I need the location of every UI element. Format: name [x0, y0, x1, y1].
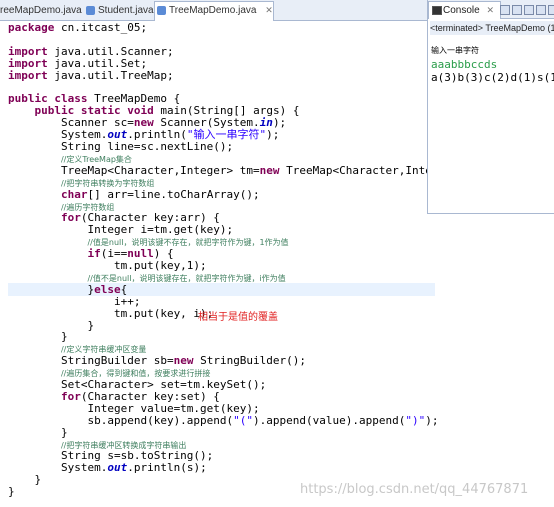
console-output-line: a(3)b(3)c(2)d(1)s(1) [431, 71, 554, 84]
code-token: ")" [405, 413, 426, 427]
code-editor[interactable]: reeMapDemo.java Student.java TreeMapDemo… [0, 0, 528, 507]
java-file-icon [157, 6, 166, 15]
code-comment: //把字符串缓冲区转换成字符串输出 [60, 440, 187, 450]
tab-student-java[interactable]: Student.java [84, 2, 154, 19]
console-icon [432, 6, 442, 15]
code-line: import java.util.TreeMap; [8, 69, 174, 82]
remove-launch-icon[interactable] [512, 5, 522, 15]
code-comment: //定义字符串缓冲区变量 [60, 345, 147, 355]
watermark-url: https://blog.csdn.net/qq_44767871 [300, 482, 529, 497]
console-tab-label: Console [443, 5, 480, 16]
code-line: package cn.itcast_05; [8, 21, 147, 34]
code-comment: //遍历集合，得到键和值，按要求进行拼接 [60, 369, 211, 379]
close-icon[interactable]: ✕ [486, 5, 494, 15]
console-view: Console ✕ <terminated> TreeMapDemo (1) 输… [427, 0, 554, 214]
console-input-line: aaabbbccds [431, 58, 498, 71]
java-file-icon [86, 6, 95, 15]
tab-label: Student.java [98, 5, 154, 16]
code-line: sb.append(key).append("(").append(value)… [8, 413, 439, 427]
close-icon[interactable]: ✕ [265, 5, 273, 15]
code-token: ); [266, 128, 280, 142]
code-comment: //值是null，说明该键不存在，就把字符作为键，1作为值 [87, 238, 289, 248]
code-comment: //把字符串转换为字符数组 [60, 178, 155, 188]
terminated-label: <terminated> TreeMapDemo (1) [430, 21, 554, 35]
code-token: out [107, 461, 128, 475]
tab-treemapdemo-java[interactable]: TreeMapDemo.java ✕ [154, 1, 274, 21]
code-token: "(" [233, 413, 254, 427]
editor-tab-bar: reeMapDemo.java Student.java TreeMapDemo… [0, 0, 427, 21]
annotation-note: 相当于是值的覆盖 [198, 312, 278, 323]
tab-label: TreeMapDemo.java [169, 5, 257, 16]
scroll-lock-icon[interactable] [536, 5, 546, 15]
code-keyword: import [8, 68, 48, 82]
code-token: java.util.TreeMap; [47, 68, 174, 82]
code-comment: //遍历字符数组 [60, 202, 115, 212]
console-tab-bar: Console ✕ [428, 0, 554, 19]
code-token: ); [425, 413, 439, 427]
clear-console-icon[interactable] [524, 5, 534, 15]
code-line: } [8, 485, 15, 498]
code-token: .println(s); [127, 461, 207, 475]
pin-console-icon[interactable] [548, 5, 554, 15]
code-keyword: new [259, 163, 280, 177]
code-keyword: package [8, 21, 55, 34]
console-output-line: 输入一串字符 [431, 46, 479, 55]
code-token: ).append(value).append( [253, 413, 406, 427]
code-comment: //值不是null，说明该键存在，就把字符作为键，i作为值 [87, 273, 286, 283]
tab-label: reeMapDemo.java [0, 5, 82, 16]
code-token: } [8, 485, 15, 499]
stop-icon[interactable] [500, 5, 510, 15]
tab-reemapdemo-java[interactable]: reeMapDemo.java [0, 2, 82, 19]
code-comment: //定义TreeMap集合 [60, 154, 132, 164]
code-token: cn.itcast_05; [54, 21, 148, 34]
tab-console[interactable]: Console ✕ [428, 1, 502, 19]
